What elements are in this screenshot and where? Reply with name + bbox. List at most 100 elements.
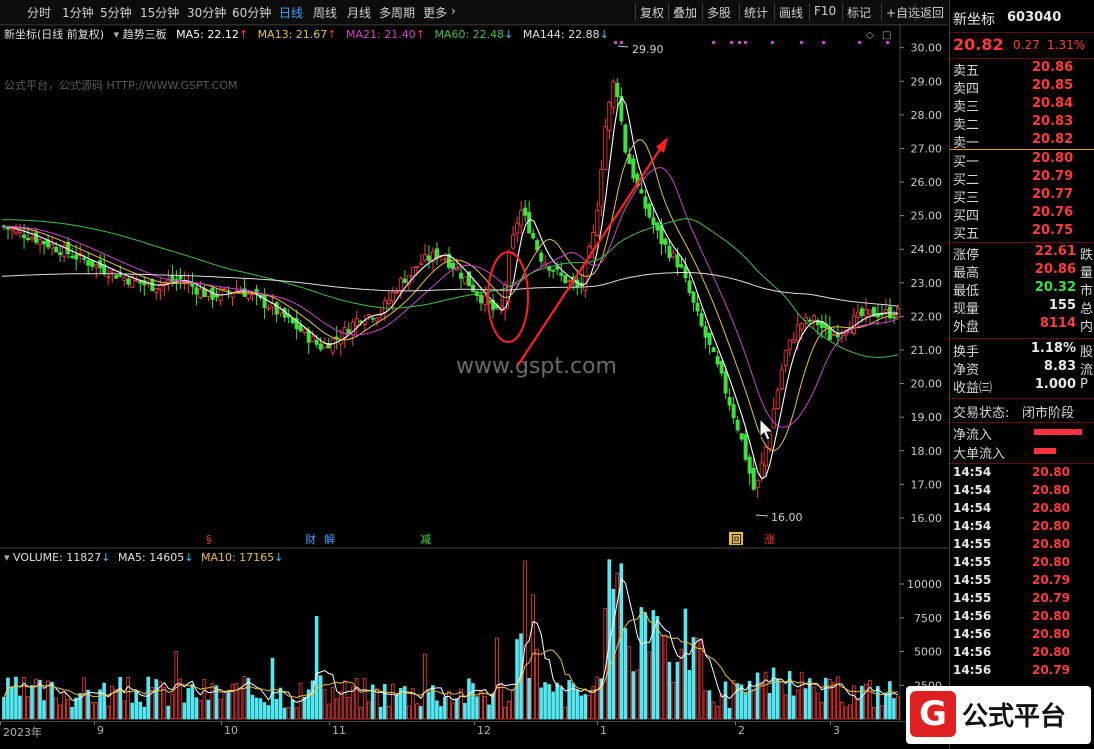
tool-button-8[interactable]: 返回: [920, 4, 944, 21]
signal-dot: [712, 41, 715, 44]
event-marker-3[interactable]: 减: [420, 533, 431, 546]
candle-body: [106, 276, 111, 278]
volume-bar: [864, 683, 868, 720]
volume-chart[interactable]: 10000750050002500: [0, 549, 948, 721]
volume-bar: [62, 691, 66, 720]
volume-bar: [286, 706, 291, 720]
stat2-label: 收益㈢: [953, 381, 993, 396]
tick-price: 20.79: [1032, 663, 1070, 677]
flow-label: 大单流入: [953, 447, 1006, 462]
volume-bar: [198, 699, 203, 720]
date-axis-label: 3: [833, 724, 840, 737]
panel-divider: [950, 242, 1094, 243]
volume-bar: [258, 698, 263, 720]
volume-bar: [499, 684, 503, 720]
stock-name: 新坐标: [953, 12, 995, 28]
volume-bar: [334, 698, 339, 720]
tool-button-3[interactable]: 统计: [744, 4, 768, 21]
candle-body: [639, 189, 644, 194]
candle-body: [262, 294, 267, 309]
event-marker-4[interactable]: 回: [731, 533, 742, 546]
period-tab-9[interactable]: 多周期: [379, 4, 415, 21]
period-tab-6[interactable]: 日线: [279, 4, 303, 21]
candle-body: [563, 275, 568, 283]
tool-button-5[interactable]: F10: [814, 4, 836, 18]
price-chart[interactable]: 30.00 29.00 28.00 27.00 26.00 25.00 24.00 23.00…: [0, 24, 948, 549]
candle-body: [82, 257, 87, 260]
volume-bar: [94, 702, 98, 720]
period-tab-10[interactable]: 更多: [423, 4, 447, 21]
candle-body: [22, 234, 27, 239]
volume-bar: [118, 676, 122, 720]
volume-bar: [479, 691, 483, 720]
tick-price: 20.80: [1032, 645, 1070, 659]
period-tab-5[interactable]: 60分钟: [232, 4, 271, 21]
event-marker-5[interactable]: 涨: [764, 533, 775, 546]
volume-bar: [595, 676, 600, 720]
volume-bar: [896, 696, 900, 720]
diamond-icon[interactable]: ◇: [866, 30, 874, 41]
volume-bar: [643, 612, 648, 720]
volume-bar: [146, 676, 151, 720]
period-tab-4[interactable]: 30分钟: [187, 4, 226, 21]
candle-body: [795, 324, 800, 341]
stat-label: 最高: [953, 266, 980, 281]
period-tab-8[interactable]: 月线: [347, 4, 371, 21]
event-marker-2[interactable]: 解: [324, 532, 335, 546]
stat2-label-right: 股: [1080, 345, 1094, 360]
volume-bar: [274, 698, 279, 720]
volume-bar: [799, 671, 804, 720]
candle-body: [539, 253, 544, 262]
tool-button-2[interactable]: 多股: [707, 4, 731, 21]
candle-body: [14, 228, 19, 234]
period-tab-3[interactable]: 15分钟: [140, 4, 179, 21]
candle-body: [422, 254, 427, 261]
candle-body: [791, 339, 796, 343]
candle-body: [342, 327, 347, 338]
tool-button-4[interactable]: 画线: [779, 4, 803, 21]
tick-time: 14:56: [953, 627, 992, 641]
candle-body: [735, 419, 740, 431]
tool-button-6[interactable]: 标记: [847, 4, 871, 21]
volume-chevron-icon[interactable]: ▾: [4, 551, 10, 564]
event-marker-1[interactable]: 财: [305, 532, 316, 546]
price-chart-canvas[interactable]: 30.00 29.00 28.00 27.00 26.00 25.00 24.00 23.00…: [0, 24, 948, 549]
price-tick-label: 21.00: [911, 344, 943, 357]
event-marker-0[interactable]: §: [206, 533, 212, 546]
tool-button-0[interactable]: 复权: [640, 4, 664, 21]
volume-bar: [831, 682, 836, 720]
date-axis-label: 2023年: [3, 726, 42, 739]
stat-value: 20.32: [1034, 280, 1076, 295]
volume-ma5-value: MA5: 14605: [118, 551, 185, 564]
period-tab-0[interactable]: 分时: [27, 4, 51, 21]
volume-bar: [130, 702, 134, 720]
square-icon[interactable]: □: [882, 30, 891, 41]
period-tab-2[interactable]: 5分钟: [100, 4, 132, 21]
indicator-name[interactable]: 趋势三板: [123, 28, 167, 41]
volume-ma10-arrow-icon: ↓: [274, 551, 284, 564]
volume-bar: [234, 682, 239, 720]
volume-bar: [687, 670, 692, 720]
candle-body: [615, 82, 620, 97]
volume-bar: [647, 651, 652, 720]
ask-level-price: 20.83: [1032, 114, 1074, 129]
candle-body: [42, 240, 47, 245]
period-tab-1[interactable]: 1分钟: [62, 4, 94, 21]
candle-body: [114, 275, 119, 279]
date-axis-line: [0, 721, 948, 722]
volume-bar: [475, 696, 479, 720]
more-chevron-icon[interactable]: ›: [451, 4, 456, 18]
volume-chart-canvas[interactable]: 10000750050002500: [0, 549, 948, 721]
ask-level-price: 20.86: [1032, 60, 1074, 75]
volume-bar: [250, 694, 255, 720]
tool-button-1[interactable]: 叠加: [673, 4, 697, 21]
volume-bar: [539, 687, 543, 720]
ask-level-label: 卖二: [953, 118, 980, 133]
indicator-chevron-icon[interactable]: ▾: [114, 28, 120, 41]
bid-level-price: 20.77: [1032, 187, 1074, 202]
period-tab-7[interactable]: 周线: [313, 4, 337, 21]
candle-body: [679, 264, 684, 268]
candle-body: [631, 158, 636, 179]
stat2-value: 8.83: [1043, 359, 1076, 374]
volume-bar: [138, 701, 143, 720]
